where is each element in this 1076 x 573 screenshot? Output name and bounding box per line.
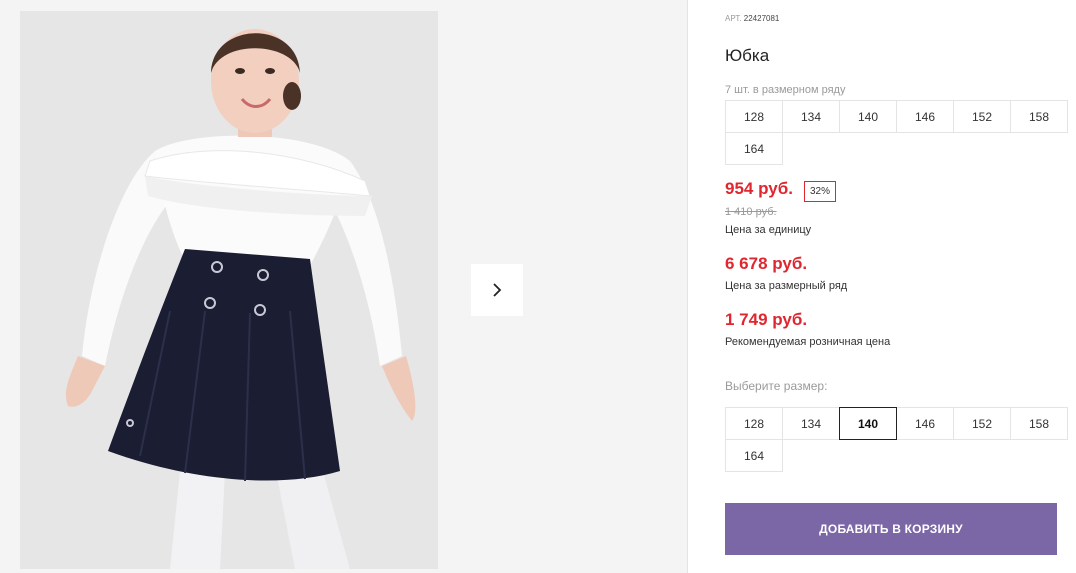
add-to-cart-button[interactable]: ДОБАВИТЬ В КОРЗИНУ <box>725 503 1057 555</box>
size-option[interactable]: 128 <box>725 407 783 440</box>
article-number: АРТ. 22427081 <box>725 14 779 23</box>
size-option[interactable]: 134 <box>782 407 840 440</box>
size-row-cell: 134 <box>782 100 840 133</box>
product-gallery <box>0 0 687 573</box>
size-option[interactable]: 152 <box>953 407 1011 440</box>
size-row-note: 7 шт. в размерном ряду <box>725 84 846 96</box>
product-title: Юбка <box>725 46 770 65</box>
article-value: 22427081 <box>743 14 780 23</box>
product-photo-image <box>20 11 438 569</box>
size-option-selected[interactable]: 140 <box>839 407 897 440</box>
size-row-cell: 152 <box>953 100 1011 133</box>
retail-price: 1 749 руб. <box>725 310 808 329</box>
row-price: 6 678 руб. <box>725 254 808 273</box>
next-image-button[interactable] <box>471 264 523 316</box>
unit-price-caption: Цена за единицу <box>725 224 812 236</box>
size-row-cell: 164 <box>725 132 783 165</box>
size-row-cell: 158 <box>1010 100 1068 133</box>
unit-price: 954 руб. <box>725 179 793 198</box>
size-row-cell: 140 <box>839 100 897 133</box>
size-row-cell: 146 <box>896 100 954 133</box>
discount-badge: 32% <box>804 181 837 202</box>
product-photo[interactable] <box>20 11 438 569</box>
old-price: 1 410 руб. <box>725 206 777 218</box>
size-row-grid: 128 134 140 146 152 158 164 <box>725 100 1068 165</box>
size-selector: 128 134 140 146 152 158 164 <box>725 407 1068 472</box>
chevron-right-icon <box>493 283 502 297</box>
size-option[interactable]: 164 <box>725 439 783 472</box>
choose-size-label: Выберите размер: <box>725 379 828 393</box>
article-label: АРТ. <box>725 14 742 23</box>
row-price-caption: Цена за размерный ряд <box>725 280 848 292</box>
size-option[interactable]: 158 <box>1010 407 1068 440</box>
size-row-cell: 128 <box>725 100 783 133</box>
column-divider <box>687 0 688 573</box>
retail-price-caption: Рекомендуемая розничная цена <box>725 336 891 348</box>
size-option[interactable]: 146 <box>896 407 954 440</box>
